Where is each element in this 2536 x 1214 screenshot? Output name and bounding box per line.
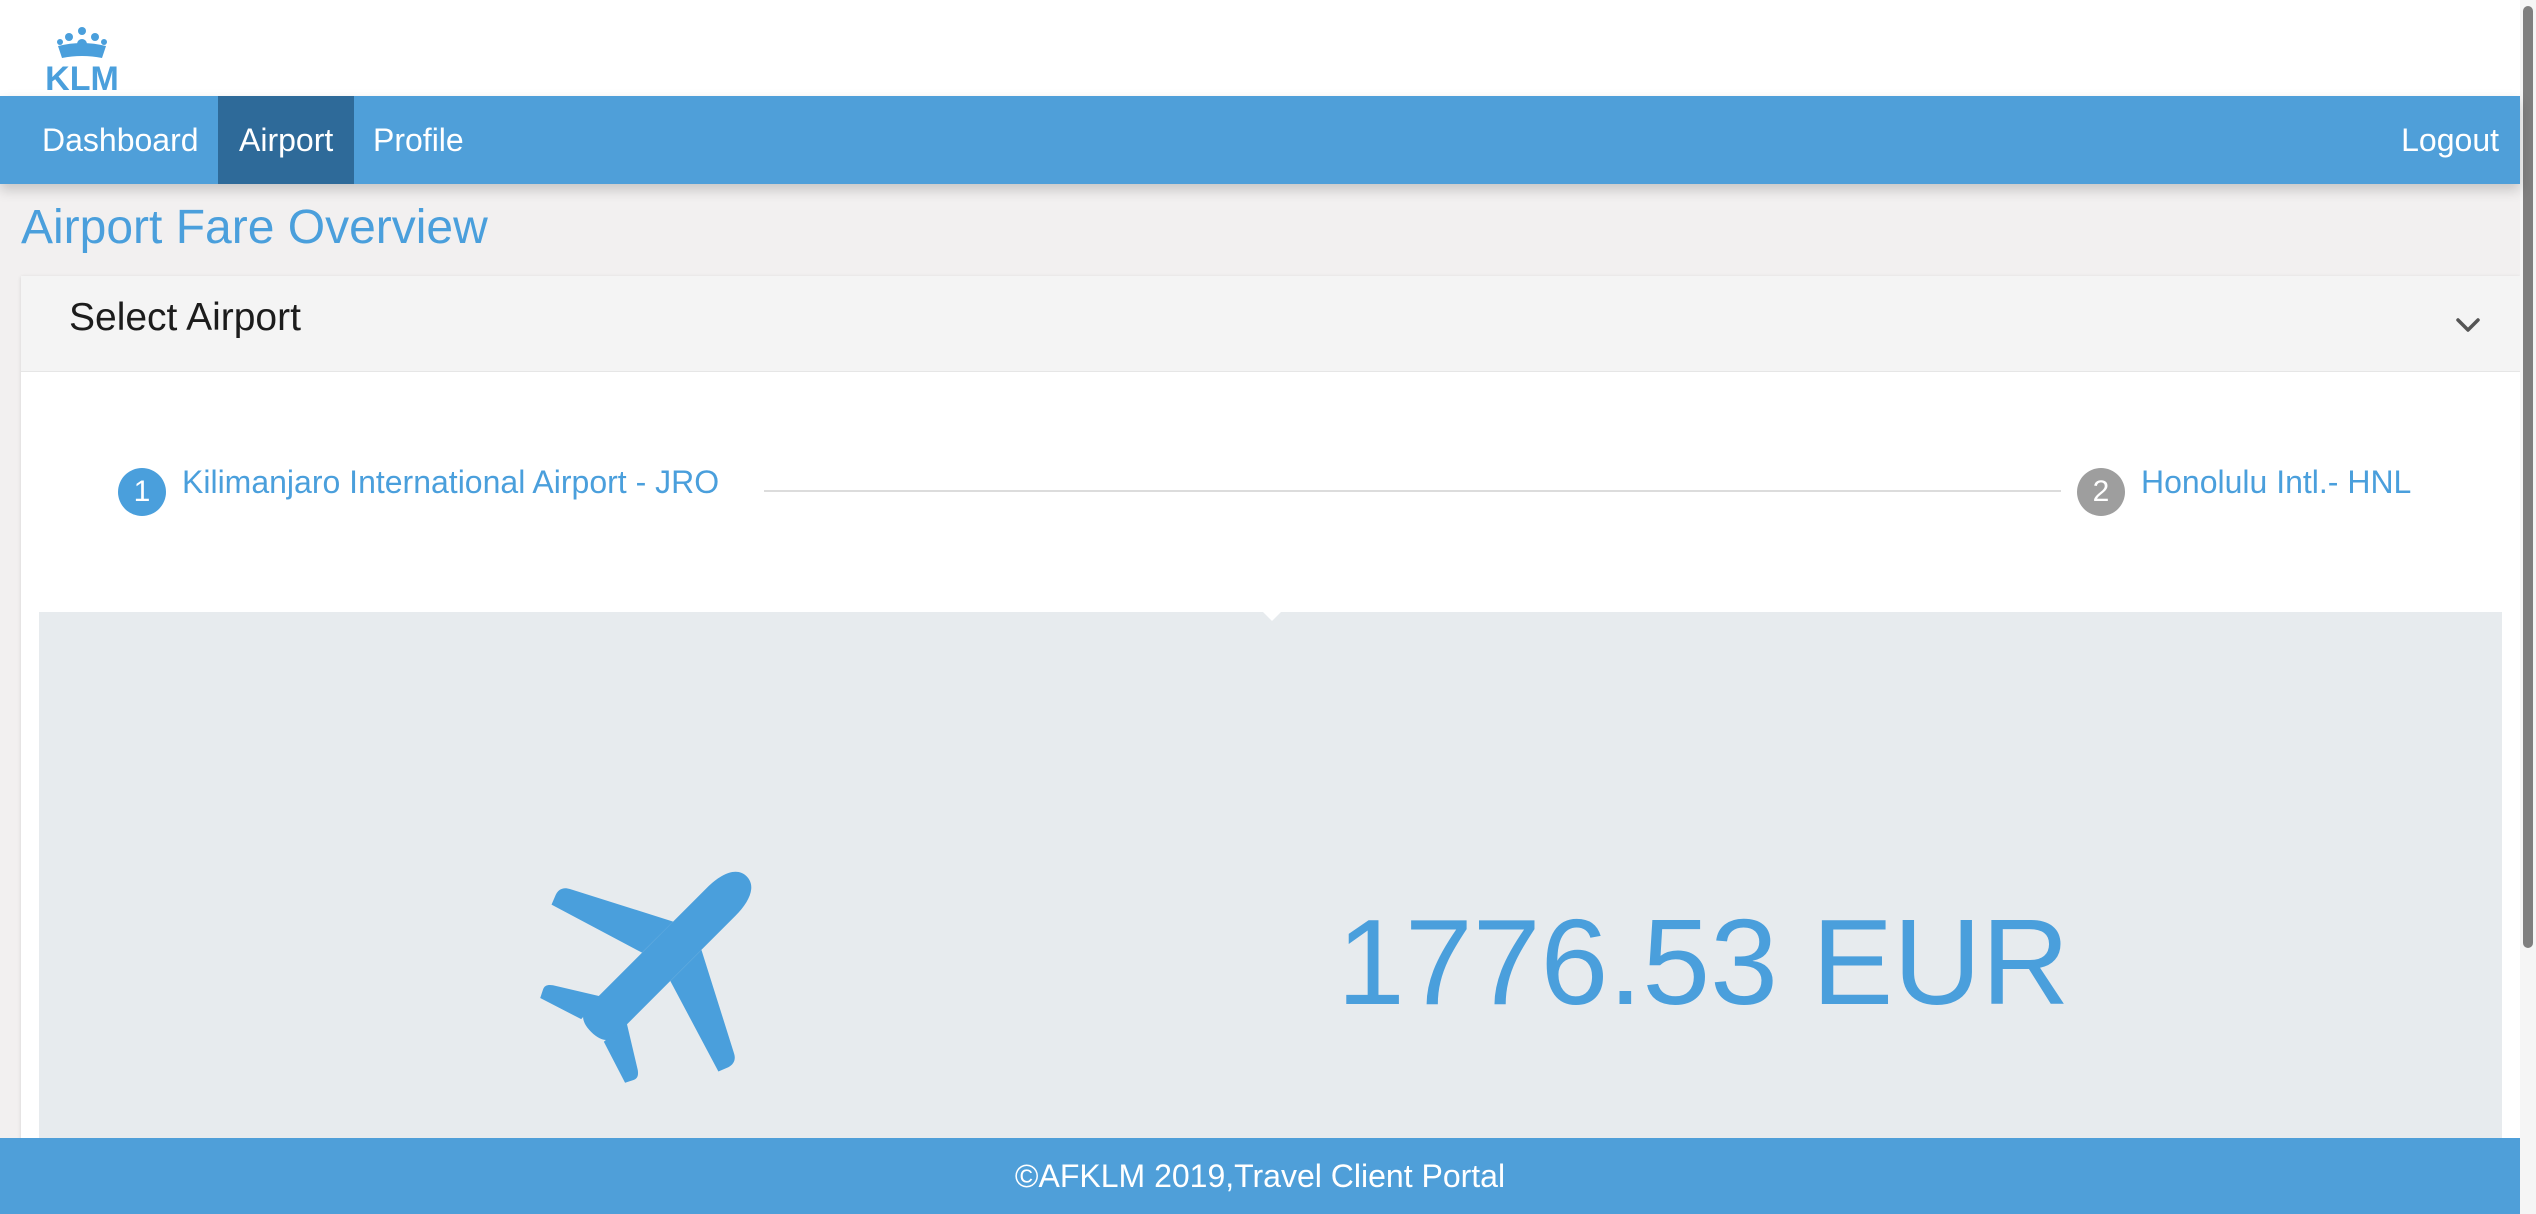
nav-profile[interactable]: Profile xyxy=(352,96,485,184)
arrival-airport-link[interactable]: Honolulu Intl.- HNL xyxy=(2141,464,2411,501)
footer: ©AFKLM 2019,Travel Client Portal xyxy=(0,1138,2520,1214)
logout-link[interactable]: Logout xyxy=(2380,96,2520,184)
step-2-badge: 2 xyxy=(2077,468,2125,516)
page-title: Airport Fare Overview xyxy=(21,201,488,254)
nav-dashboard[interactable]: Dashboard xyxy=(21,96,220,184)
select-airport-card: Select Airport 1 Kilimanjaro Internation… xyxy=(21,276,2520,1152)
footer-copyright: ©AFKLM 2019,Travel Client Portal xyxy=(1014,1158,1506,1194)
klm-logo[interactable]: KLM xyxy=(20,26,144,92)
fare-panel: 1776.53 EUR xyxy=(39,611,2502,1152)
departure-airport-link[interactable]: Kilimanjaro International Airport - JRO xyxy=(182,464,719,501)
scrollbar-thumb[interactable] xyxy=(2523,6,2533,948)
select-airport-header[interactable]: Select Airport xyxy=(21,276,2520,372)
chevron-down-icon[interactable] xyxy=(2454,316,2482,334)
main-navbar: Dashboard Airport Profile Logout xyxy=(0,96,2520,184)
nav-airport[interactable]: Airport xyxy=(218,96,355,184)
page-scrollbar[interactable] xyxy=(2520,0,2536,1214)
fare-amount: 1776.53 EUR xyxy=(1337,894,2070,1030)
select-airport-title: Select Airport xyxy=(69,296,301,339)
step-connector-line xyxy=(764,490,2061,492)
top-header: KLM xyxy=(0,0,2520,96)
svg-text:KLM: KLM xyxy=(45,60,119,92)
airplane-icon xyxy=(540,871,752,1083)
panel-notch xyxy=(1262,611,1282,621)
step-1-badge: 1 xyxy=(118,468,166,516)
